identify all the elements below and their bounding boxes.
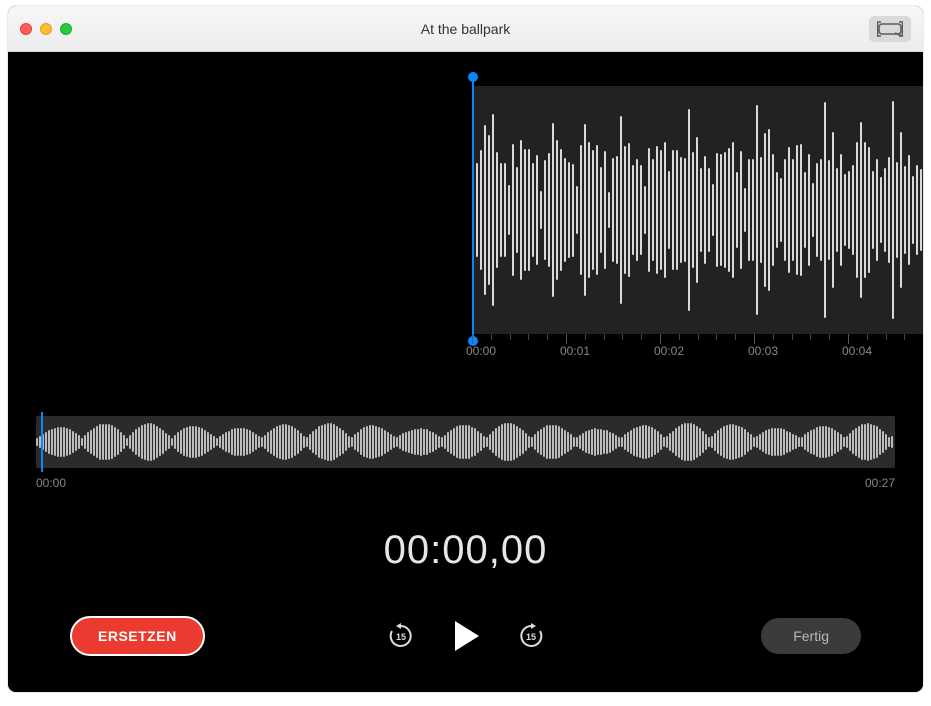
playback-controls: 15 15 xyxy=(385,617,547,655)
ruler-label: 00:02 xyxy=(654,344,684,358)
main-waveform-clip xyxy=(472,86,923,334)
overview-end-time: 00:27 xyxy=(865,476,895,490)
ruler-label: 00:04 xyxy=(842,344,872,358)
skip-back-button[interactable]: 15 xyxy=(385,620,417,652)
window-close-button[interactable] xyxy=(20,23,32,35)
svg-text:15: 15 xyxy=(525,632,535,642)
done-button-label: Fertig xyxy=(793,628,829,644)
overview-playhead[interactable] xyxy=(41,412,43,472)
window-zoom-button[interactable] xyxy=(60,23,72,35)
main-waveform-area[interactable]: 00:0000:0100:0200:0300:040 xyxy=(32,82,923,362)
transport-controls: ERSETZEN 15 xyxy=(8,594,923,692)
timecode-display: 00:00,00 xyxy=(8,528,923,573)
skip-forward-button[interactable]: 15 xyxy=(515,620,547,652)
skip-back-icon: 15 xyxy=(386,621,416,651)
playhead[interactable] xyxy=(472,76,474,342)
skip-forward-icon: 15 xyxy=(516,621,546,651)
playhead-handle-top[interactable] xyxy=(468,72,478,82)
play-icon xyxy=(451,619,481,653)
done-button[interactable]: Fertig xyxy=(761,618,861,654)
ruler-label: 00:00 xyxy=(466,344,496,358)
window-controls xyxy=(20,23,72,35)
trim-icon xyxy=(877,21,903,37)
ruler-label: 00:03 xyxy=(748,344,778,358)
replace-button-label: ERSETZEN xyxy=(98,628,177,644)
replace-button[interactable]: ERSETZEN xyxy=(70,616,205,656)
play-button[interactable] xyxy=(447,617,485,655)
titlebar: At the ballpark xyxy=(8,6,923,52)
overview-start-time: 00:00 xyxy=(36,476,66,490)
time-ruler: 00:0000:0100:0200:0300:040 xyxy=(472,334,923,362)
overview-waveform[interactable]: 00:00 00:27 xyxy=(36,416,895,490)
ruler-label: 00:01 xyxy=(560,344,590,358)
editor-area: 00:0000:0100:0200:0300:040 00:00 00:27 0… xyxy=(8,52,923,692)
window-minimize-button[interactable] xyxy=(40,23,52,35)
app-window: At the ballpark 00:0000:0100:0200:0300: xyxy=(8,6,923,692)
svg-text:15: 15 xyxy=(395,632,405,642)
trim-mode-button[interactable] xyxy=(869,16,911,42)
overview-labels: 00:00 00:27 xyxy=(36,476,895,490)
window-title: At the ballpark xyxy=(8,21,923,37)
overview-track xyxy=(36,416,895,468)
